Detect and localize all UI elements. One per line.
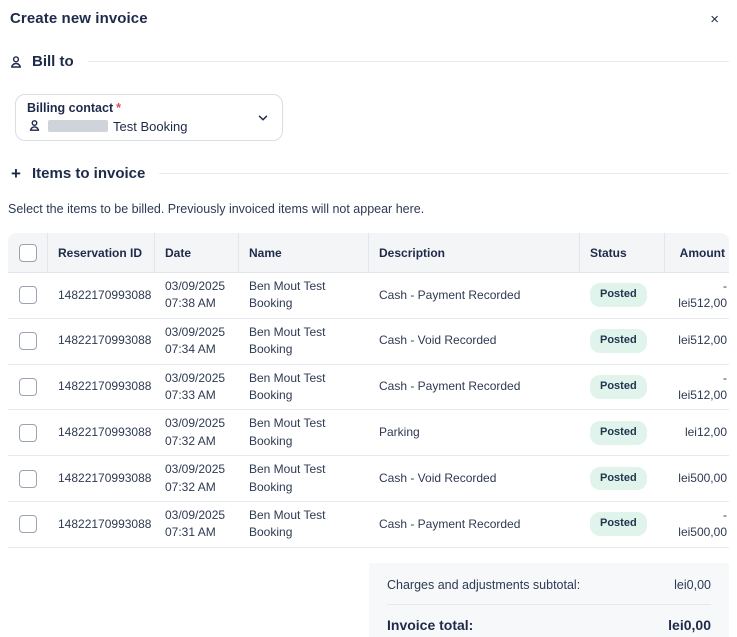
reservation-id-cell: 14822170993088 bbox=[48, 273, 155, 318]
person-icon bbox=[8, 54, 24, 70]
redacted-name-block bbox=[48, 120, 108, 132]
required-asterisk: * bbox=[116, 101, 121, 115]
reservation-id-cell: 14822170993088 bbox=[48, 410, 155, 455]
amount-cell: - lei512,00 bbox=[665, 365, 729, 410]
name-cell: Ben Mout Test Booking bbox=[239, 365, 369, 410]
table-row: 14822170993088 03/09/2025 07:32 AM Ben M… bbox=[8, 410, 729, 456]
name-cell: Ben Mout Test Booking bbox=[239, 319, 369, 364]
date-cell: 03/09/2025 07:33 AM bbox=[155, 365, 239, 410]
subtotal-row: Charges and adjustments subtotal: lei0,0… bbox=[387, 578, 711, 592]
row-checkbox[interactable] bbox=[19, 286, 37, 304]
column-header-amount: Amount bbox=[665, 233, 729, 272]
table-row: 14822170993088 03/09/2025 07:32 AM Ben M… bbox=[8, 456, 729, 502]
section-divider bbox=[159, 173, 729, 174]
reservation-id-cell: 14822170993088 bbox=[48, 319, 155, 364]
column-header-reservation-id: Reservation ID bbox=[48, 233, 155, 272]
row-checkbox[interactable] bbox=[19, 515, 37, 533]
table-row: 14822170993088 03/09/2025 07:38 AM Ben M… bbox=[8, 273, 729, 319]
date-cell: 03/09/2025 07:32 AM bbox=[155, 410, 239, 455]
amount-cell: lei512,00 bbox=[665, 319, 729, 364]
date-cell: 03/09/2025 07:31 AM bbox=[155, 502, 239, 547]
name-cell: Ben Mout Test Booking bbox=[239, 502, 369, 547]
table-row: 14822170993088 03/09/2025 07:31 AM Ben M… bbox=[8, 502, 729, 548]
close-icon[interactable]: × bbox=[706, 10, 723, 29]
status-badge: Posted bbox=[590, 421, 647, 445]
column-header-description: Description bbox=[369, 233, 580, 272]
table-row: 14822170993088 03/09/2025 07:33 AM Ben M… bbox=[8, 365, 729, 411]
reservation-id-cell: 14822170993088 bbox=[48, 456, 155, 501]
amount-cell: lei12,00 bbox=[665, 410, 729, 455]
select-all-cell bbox=[8, 233, 48, 272]
column-header-date: Date bbox=[155, 233, 239, 272]
table-row: 14822170993088 03/09/2025 07:34 AM Ben M… bbox=[8, 319, 729, 365]
invoice-total-row: Invoice total: lei0,00 bbox=[387, 617, 711, 633]
person-icon bbox=[27, 118, 43, 134]
reservation-id-cell: 14822170993088 bbox=[48, 502, 155, 547]
row-checkbox[interactable] bbox=[19, 332, 37, 350]
table-body: 14822170993088 03/09/2025 07:38 AM Ben M… bbox=[8, 273, 729, 548]
name-cell: Ben Mout Test Booking bbox=[239, 410, 369, 455]
invoice-total-label: Invoice total: bbox=[387, 617, 473, 633]
status-badge: Posted bbox=[590, 329, 647, 353]
column-header-name: Name bbox=[239, 233, 369, 272]
status-badge: Posted bbox=[590, 512, 647, 536]
row-checkbox[interactable] bbox=[19, 470, 37, 488]
status-badge: Posted bbox=[590, 283, 647, 307]
amount-cell: - lei500,00 bbox=[665, 502, 729, 547]
select-all-checkbox[interactable] bbox=[19, 244, 37, 262]
page-title: Create new invoice bbox=[10, 10, 148, 27]
description-cell: Cash - Void Recorded bbox=[369, 456, 580, 501]
status-badge: Posted bbox=[590, 467, 647, 491]
description-cell: Parking bbox=[369, 410, 580, 455]
row-checkbox[interactable] bbox=[19, 424, 37, 442]
name-cell: Ben Mout Test Booking bbox=[239, 456, 369, 501]
date-cell: 03/09/2025 07:38 AM bbox=[155, 273, 239, 318]
items-section-title: Items to invoice bbox=[32, 165, 145, 182]
invoice-total-value: lei0,00 bbox=[668, 617, 711, 633]
summary-divider bbox=[387, 604, 711, 605]
billing-contact-name: Test Booking bbox=[113, 119, 187, 134]
subtotal-value: lei0,00 bbox=[674, 578, 711, 592]
date-cell: 03/09/2025 07:32 AM bbox=[155, 456, 239, 501]
billing-contact-select[interactable]: Billing contact* Test Booking bbox=[15, 94, 283, 141]
billing-contact-value: Test Booking bbox=[27, 118, 248, 134]
amount-cell: - lei512,00 bbox=[665, 273, 729, 318]
plus-icon: + bbox=[8, 166, 24, 182]
bill-to-title: Bill to bbox=[32, 53, 74, 70]
invoice-summary-panel: Charges and adjustments subtotal: lei0,0… bbox=[369, 563, 729, 637]
billing-contact-label: Billing contact* bbox=[27, 101, 248, 116]
modal-header: Create new invoice × bbox=[0, 0, 737, 29]
row-checkbox[interactable] bbox=[19, 378, 37, 396]
items-section-header: + Items to invoice bbox=[0, 165, 737, 182]
description-cell: Cash - Payment Recorded bbox=[369, 273, 580, 318]
column-header-status: Status bbox=[580, 233, 665, 272]
items-helper-text: Select the items to be billed. Previousl… bbox=[8, 202, 729, 216]
date-cell: 03/09/2025 07:34 AM bbox=[155, 319, 239, 364]
section-divider bbox=[88, 61, 729, 62]
create-invoice-modal: Create new invoice × Bill to Billing con… bbox=[0, 0, 737, 637]
name-cell: Ben Mout Test Booking bbox=[239, 273, 369, 318]
invoice-items-table: Reservation ID Date Name Description Sta… bbox=[8, 233, 729, 548]
subtotal-label: Charges and adjustments subtotal: bbox=[387, 578, 580, 592]
description-cell: Cash - Void Recorded bbox=[369, 319, 580, 364]
amount-cell: lei500,00 bbox=[665, 456, 729, 501]
status-badge: Posted bbox=[590, 375, 647, 399]
description-cell: Cash - Payment Recorded bbox=[369, 502, 580, 547]
reservation-id-cell: 14822170993088 bbox=[48, 365, 155, 410]
chevron-down-icon bbox=[256, 111, 270, 125]
table-header-row: Reservation ID Date Name Description Sta… bbox=[8, 233, 729, 273]
bill-to-section-header: Bill to bbox=[0, 53, 737, 70]
description-cell: Cash - Payment Recorded bbox=[369, 365, 580, 410]
